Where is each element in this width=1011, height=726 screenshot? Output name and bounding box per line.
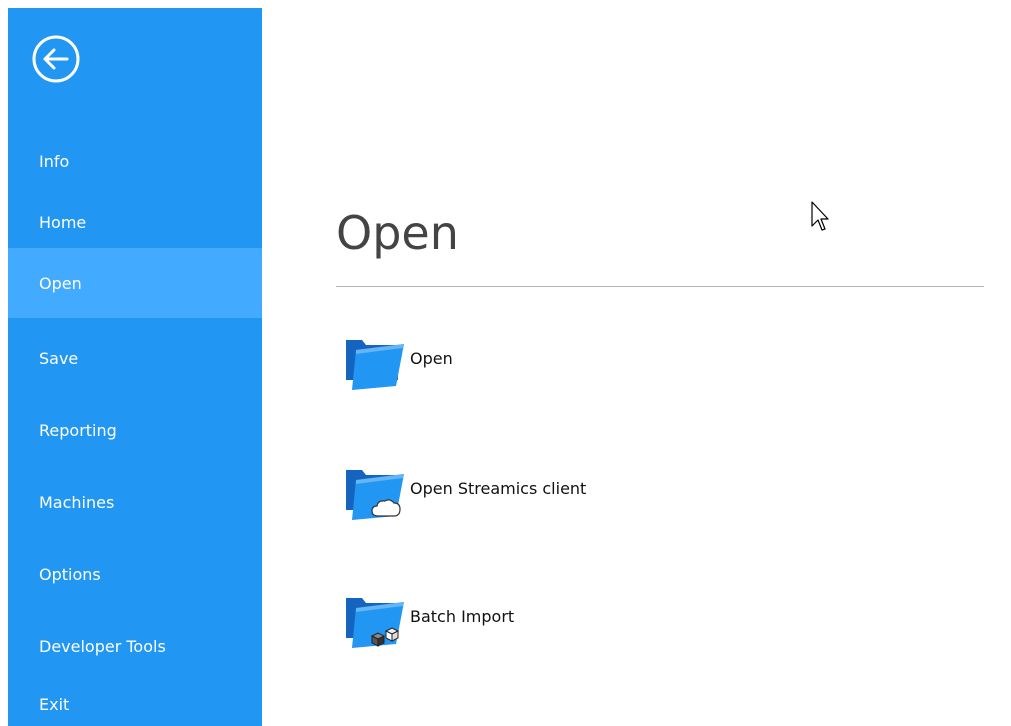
sidebar-item-label: Developer Tools xyxy=(39,636,166,656)
sidebar-item-open[interactable]: Open xyxy=(8,248,262,318)
sidebar-item-reporting[interactable]: Reporting xyxy=(8,410,262,450)
sidebar-item-label: Reporting xyxy=(39,420,117,440)
action-label: Open xyxy=(410,348,453,368)
action-label: Batch Import xyxy=(410,606,515,626)
sidebar-item-save[interactable]: Save xyxy=(8,338,262,378)
sidebar-item-machines[interactable]: Machines xyxy=(8,482,262,522)
back-arrow-icon xyxy=(32,35,80,83)
sidebar-item-options[interactable]: Options xyxy=(8,554,262,594)
main-panel: Open Open Open Streamics client Batch Im… xyxy=(262,0,1011,726)
open-action-button[interactable]: Open xyxy=(342,330,453,392)
open-streamics-client-button[interactable]: Open Streamics client xyxy=(342,460,586,522)
sidebar-item-label: Open xyxy=(39,273,82,293)
sidebar-item-label: Options xyxy=(39,564,101,584)
sidebar-item-exit[interactable]: Exit xyxy=(8,684,262,724)
sidebar-item-home[interactable]: Home xyxy=(8,202,262,242)
app-window: Info Home Open Save Reporting Machines O… xyxy=(0,0,1011,726)
sidebar-item-label: Home xyxy=(39,212,87,232)
sidebar-item-developer-tools[interactable]: Developer Tools xyxy=(8,626,262,666)
back-button[interactable] xyxy=(30,33,82,85)
page-title: Open xyxy=(336,206,459,260)
sidebar-item-info[interactable]: Info xyxy=(8,141,262,181)
sidebar-item-label: Machines xyxy=(39,492,115,512)
folder-cubes-icon xyxy=(342,590,406,648)
sidebar-item-label: Exit xyxy=(39,694,70,714)
folder-cloud-icon xyxy=(342,462,406,520)
folder-icon xyxy=(342,332,406,390)
mouse-cursor-icon xyxy=(811,201,829,231)
batch-import-button[interactable]: Batch Import xyxy=(342,588,514,650)
action-label: Open Streamics client xyxy=(410,478,587,498)
title-divider xyxy=(336,286,984,287)
sidebar-item-label: Save xyxy=(39,348,79,368)
sidebar-item-label: Info xyxy=(39,151,70,171)
backstage-sidebar: Info Home Open Save Reporting Machines O… xyxy=(8,8,262,726)
